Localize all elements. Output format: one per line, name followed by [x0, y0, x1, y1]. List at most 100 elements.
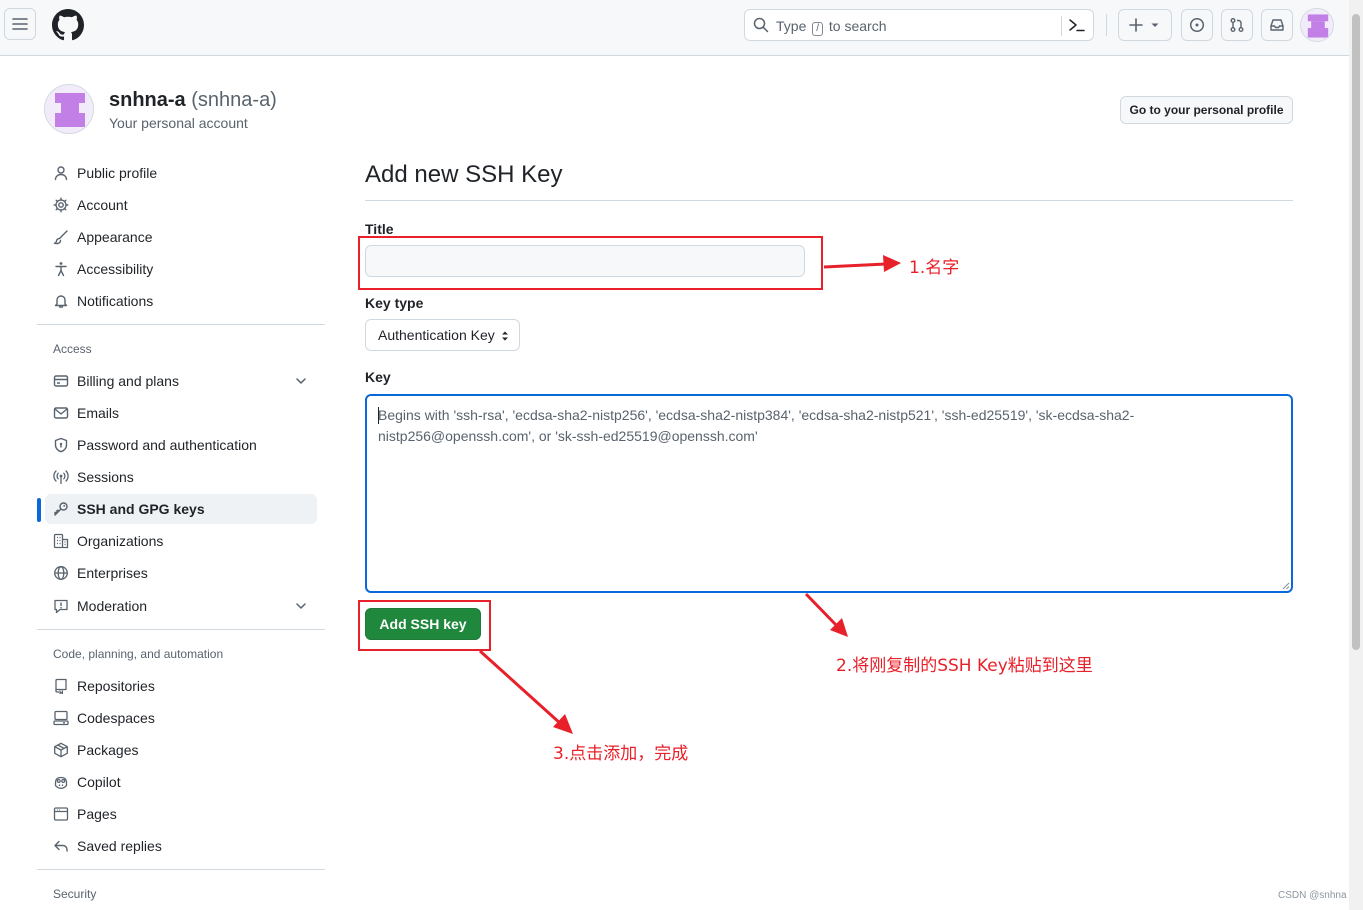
active-indicator: [37, 498, 41, 522]
accessibility-icon: [55, 262, 67, 277]
sidebar-item-accessibility[interactable]: Accessibility: [45, 254, 317, 284]
page-title: Add new SSH Key: [365, 161, 563, 188]
user-avatar-menu[interactable]: [1300, 8, 1334, 42]
sidebar-item-label: Public profile: [77, 165, 158, 181]
create-new-button[interactable]: [1118, 9, 1172, 41]
sidebar-item-copilot[interactable]: Copilot: [45, 767, 317, 797]
annotation-paste-note: 2.将刚复制的SSH Key粘贴到这里: [836, 656, 1093, 676]
gear-icon: [53, 197, 69, 213]
sidebar-item-packages[interactable]: Packages: [45, 735, 317, 765]
select-arrows-icon: [502, 331, 508, 341]
sidebar-item-notifications[interactable]: Notifications: [45, 286, 317, 316]
sidebar-item-billing[interactable]: Billing and plans: [45, 366, 317, 396]
sidebar-item-organizations[interactable]: Organizations: [45, 526, 317, 556]
credit-card-icon: [53, 375, 69, 387]
sidebar-item-label: Organizations: [77, 533, 164, 549]
arrow-to-key: [804, 592, 848, 637]
github-logo[interactable]: [52, 9, 84, 41]
search-shortcut-key: /: [812, 22, 824, 36]
shield-lock-icon: [54, 437, 68, 453]
scrollbar-thumb[interactable]: [1352, 14, 1360, 650]
sidebar-item-label: Enterprises: [77, 565, 148, 581]
sidebar-item-label: Repositories: [77, 678, 155, 694]
sidebar-item-label: Sessions: [77, 469, 134, 485]
key-type-label: Key type: [365, 295, 424, 311]
sidebar-item-repositories[interactable]: Repositories: [45, 671, 317, 701]
account-handle: (snhna-a): [191, 89, 277, 111]
plus-icon: [1129, 18, 1143, 32]
sidebar-item-label: Moderation: [77, 598, 148, 614]
sidebar-item-label: Packages: [77, 742, 139, 758]
sidebar-item-moderation[interactable]: Moderation: [45, 591, 317, 621]
triangle-down-icon: [1151, 23, 1159, 27]
sidebar-item-ssh-gpg-keys[interactable]: SSH and GPG keys: [45, 494, 317, 524]
sidebar-item-codespaces[interactable]: Codespaces: [45, 703, 317, 733]
sidebar-item-label: Emails: [77, 405, 120, 421]
sidebar-item-label: Pages: [77, 806, 117, 822]
sidebar-item-emails[interactable]: Emails: [45, 398, 317, 428]
text-caret: [378, 407, 379, 424]
sidebar-item-label: SSH and GPG keys: [77, 501, 205, 517]
search-input[interactable]: Type / to search: [744, 9, 1094, 41]
key-placeholder: Begins with 'ssh-rsa', 'ecdsa-sha2-nistp…: [378, 407, 1135, 444]
sidebar-divider: [37, 629, 325, 630]
menu-icon: [12, 18, 28, 30]
key-type-select[interactable]: Authentication Key: [365, 319, 520, 351]
command-palette-icon[interactable]: [1068, 17, 1086, 33]
search-icon: [753, 17, 769, 33]
repo-icon: [55, 678, 67, 694]
sidebar-item-appearance[interactable]: Appearance: [45, 222, 317, 252]
annotation-click-note: 3.点击添加，完成: [553, 744, 689, 764]
avatar: [44, 84, 94, 134]
identicon-avatar-icon: [45, 85, 93, 133]
key-textarea[interactable]: Begins with 'ssh-rsa', 'ecdsa-sha2-nistp…: [365, 394, 1293, 593]
mail-icon: [53, 407, 69, 419]
page-scrollbar[interactable]: [1349, 0, 1363, 910]
pull-requests-button[interactable]: [1221, 9, 1253, 41]
sidebar-item-sessions[interactable]: Sessions: [45, 462, 317, 492]
sidebar-divider: [37, 324, 325, 325]
sidebar-item-public-profile[interactable]: Public profile: [45, 158, 317, 188]
sidebar-item-label: Password and authentication: [77, 437, 257, 453]
copilot-icon: [54, 776, 68, 789]
pull-request-icon: [1230, 18, 1244, 32]
inbox-button[interactable]: [1261, 9, 1293, 41]
sidebar-item-label: Billing and plans: [77, 373, 179, 389]
account-subtitle: Your personal account: [109, 115, 248, 131]
sidebar-item-pages[interactable]: Pages: [45, 799, 317, 829]
reply-icon: [54, 840, 68, 852]
menu-button[interactable]: [4, 8, 36, 40]
go-to-profile-button[interactable]: Go to your personal profile: [1120, 96, 1293, 124]
arrow-to-button: [478, 649, 573, 734]
issues-button[interactable]: [1181, 9, 1213, 41]
key-label: Key: [365, 369, 391, 385]
sidebar-item-saved-replies[interactable]: Saved replies: [45, 831, 317, 861]
sidebar-divider: [37, 869, 325, 870]
sidebar-item-password-authentication[interactable]: Password and authentication: [45, 430, 317, 460]
chevron-down-icon[interactable]: [294, 599, 308, 613]
issue-icon: [1189, 17, 1205, 33]
top-header: Type / to search: [0, 0, 1363, 56]
sidebar-heading-access: Access: [53, 342, 92, 356]
broadcast-icon: [53, 470, 69, 485]
browser-icon: [53, 807, 69, 821]
sidebar-heading-code: Code, planning, and automation: [53, 647, 224, 661]
title-divider: [365, 200, 1293, 201]
highlight-button-box: [358, 600, 491, 651]
person-icon: [54, 166, 68, 181]
paintbrush-icon: [53, 230, 68, 245]
sidebar-item-label: Appearance: [77, 229, 153, 245]
account-name: snhna-a (snhna-a): [109, 89, 277, 111]
resize-grip-icon[interactable]: [1280, 580, 1290, 590]
header-divider: [1106, 14, 1107, 36]
identicon-avatar-icon: [1301, 9, 1333, 41]
sidebar-item-label: Codespaces: [77, 710, 155, 726]
report-icon: [54, 599, 68, 614]
sidebar-item-label: Notifications: [77, 293, 154, 309]
sidebar-item-enterprises[interactable]: Enterprises: [45, 558, 317, 588]
globe-icon: [54, 566, 68, 580]
chevron-down-icon[interactable]: [294, 374, 308, 388]
key-icon: [54, 502, 68, 516]
sidebar-item-account[interactable]: Account: [45, 190, 317, 220]
watermark: CSDN @snhna: [1278, 890, 1347, 901]
